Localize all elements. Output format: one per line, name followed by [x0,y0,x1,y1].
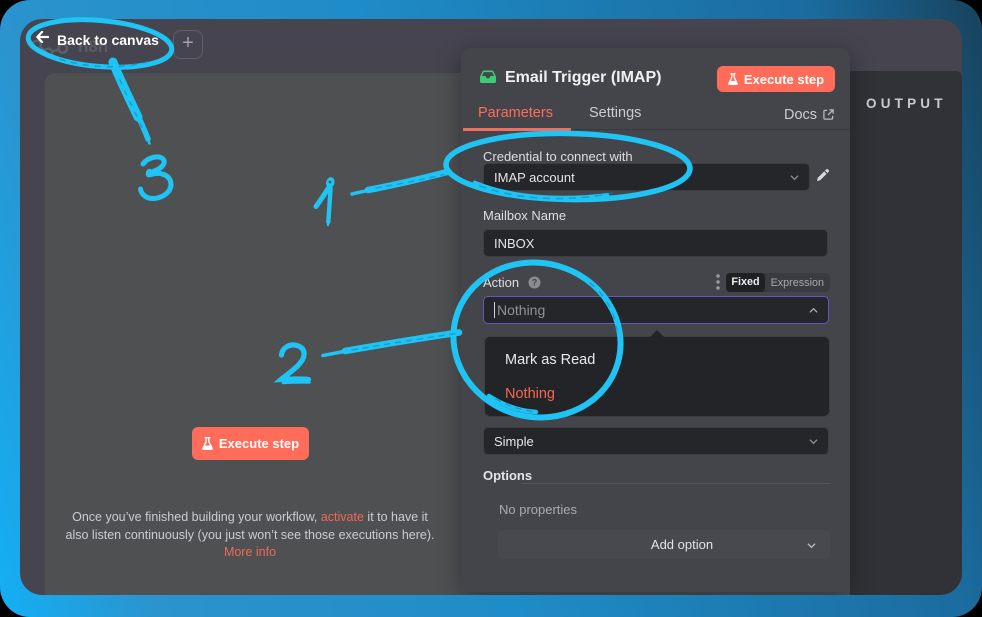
svg-text:?: ? [532,278,538,288]
